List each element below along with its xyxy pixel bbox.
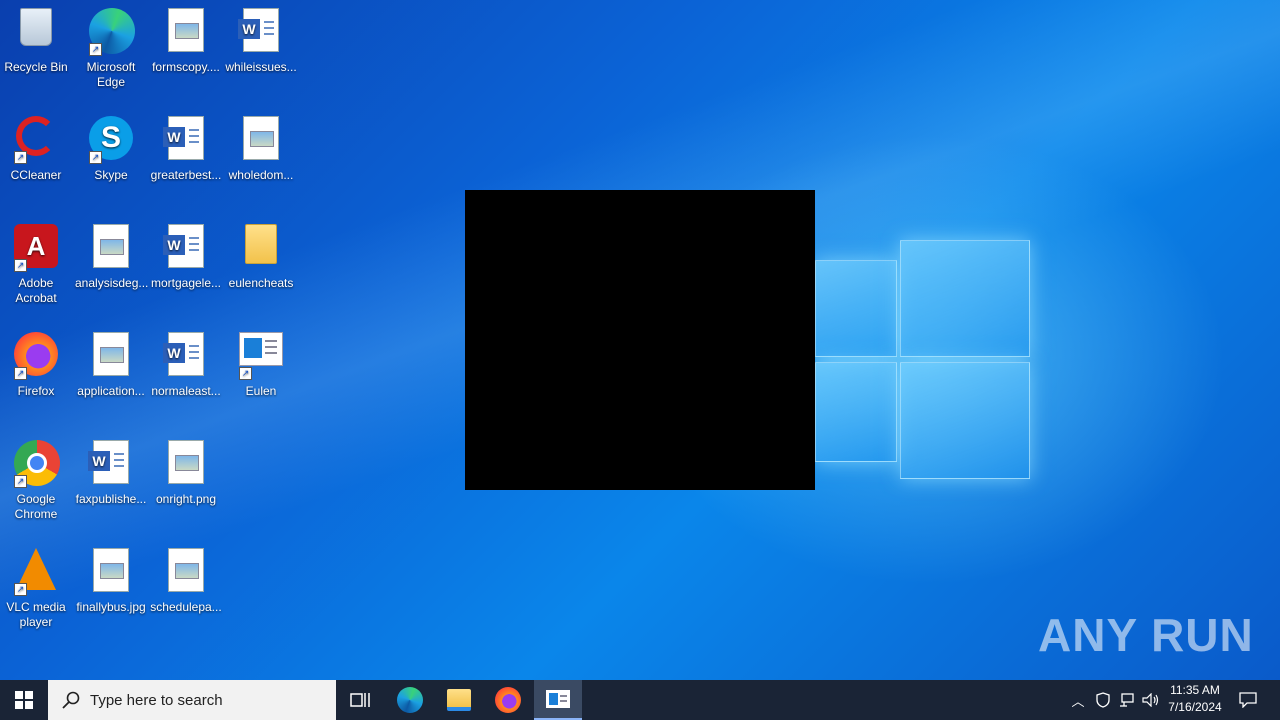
image-file-icon (164, 440, 208, 488)
desktop-icon-word-document[interactable]: W whileissues... (225, 0, 297, 75)
chevron-up-icon: ︿ (1071, 693, 1085, 709)
search-placeholder: Type here to search (90, 691, 223, 709)
taskbar-firefox-button[interactable] (484, 680, 532, 720)
eulen-app-icon: ↗ (239, 332, 283, 380)
taskbar-clock[interactable]: 11:35 AM 7/16/2024 (1160, 682, 1230, 716)
word-document-icon: W (163, 224, 208, 272)
desktop-icon-ccleaner[interactable]: ↗ CCleaner (0, 108, 72, 183)
firefox-icon: ↗ (14, 332, 58, 380)
desktop-icon-word-document[interactable]: W normaleast... (150, 324, 222, 399)
desktop-icon-image-file[interactable]: analysisdeg... (75, 216, 149, 291)
icon-label: VLC media player (6, 600, 66, 629)
icon-label: wholedom... (228, 168, 294, 182)
icon-label: greaterbest... (150, 168, 222, 182)
network-icon (1120, 693, 1134, 707)
desktop-icon-word-document[interactable]: W faxpublishe... (75, 432, 147, 507)
adobe-acrobat-icon: A ↗ (14, 224, 58, 272)
icon-label: formscopy.... (152, 60, 220, 74)
icon-label: CCleaner (10, 168, 62, 182)
search-icon (62, 691, 80, 709)
tray-security-icon[interactable] (1092, 680, 1114, 720)
firefox-icon (495, 687, 521, 713)
start-button[interactable] (0, 680, 48, 720)
windows-start-icon (15, 691, 33, 709)
clock-date: 7/16/2024 (1168, 700, 1222, 714)
chrome-icon: ↗ (14, 440, 60, 488)
desktop-icon-image-file[interactable]: finallybus.jpg (75, 540, 147, 615)
recycle-bin-icon (14, 8, 58, 56)
clock-time: 11:35 AM (1170, 683, 1220, 697)
icon-label: mortgagele... (150, 276, 222, 290)
icon-label: Eulen (245, 384, 277, 398)
black-window[interactable] (465, 190, 815, 490)
icon-label: eulencheats (228, 276, 294, 290)
image-file-icon (89, 332, 133, 380)
desktop-icon-folder[interactable]: eulencheats (225, 216, 297, 291)
skype-icon: S ↗ (89, 116, 133, 164)
desktop-icon-image-file[interactable]: formscopy.... (150, 0, 222, 75)
desktop-icon-image-file[interactable]: application... (75, 324, 147, 399)
desktop-icon-google-chrome[interactable]: ↗ Google Chrome (0, 432, 72, 522)
taskbar-edge-button[interactable] (386, 680, 434, 720)
desktop-icon-word-document[interactable]: W mortgagele... (150, 216, 222, 291)
icon-label: faxpublishe... (75, 492, 147, 506)
icon-label: Adobe Acrobat (15, 276, 57, 305)
notification-icon (1239, 692, 1257, 708)
action-center-button[interactable] (1232, 680, 1264, 720)
desktop-icon-adobe-acrobat[interactable]: A ↗ Adobe Acrobat (0, 216, 72, 306)
windows-logo-wallpaper (815, 240, 1030, 480)
eulen-app-icon (546, 690, 570, 708)
desktop-icon-vlc[interactable]: ↗ VLC media player (0, 540, 72, 630)
icon-label: Microsoft Edge (86, 60, 136, 89)
task-view-button[interactable] (336, 680, 384, 720)
anyrun-watermark: ANY RUN (1038, 609, 1254, 661)
desktop-icon-recycle-bin[interactable]: Recycle Bin (0, 0, 72, 75)
desktop-icon-image-file[interactable]: schedulepa... (150, 540, 222, 615)
desktop-icon-image-file[interactable]: onright.png (150, 432, 222, 507)
image-file-icon (239, 116, 283, 164)
tray-network-icon[interactable] (1116, 680, 1138, 720)
icon-label: whileissues... (225, 60, 297, 74)
tray-volume-icon[interactable] (1140, 680, 1162, 720)
task-view-icon (350, 693, 370, 707)
vlc-icon: ↗ (14, 548, 58, 596)
word-document-icon: W (88, 440, 133, 488)
taskbar-file-explorer-button[interactable] (435, 680, 483, 720)
word-document-icon: W (163, 116, 208, 164)
folder-icon (447, 689, 471, 711)
taskbar: Type here to search ︿ (0, 680, 1280, 720)
ccleaner-icon: ↗ (14, 116, 58, 164)
speaker-icon (1142, 693, 1159, 707)
taskbar-search-box[interactable]: Type here to search (48, 680, 336, 720)
word-document-icon: W (238, 8, 283, 56)
icon-label: schedulepa... (150, 600, 222, 614)
icon-label: Google Chrome (14, 492, 58, 521)
image-file-icon (89, 548, 133, 596)
icon-label: analysisdeg... (75, 276, 149, 290)
word-document-icon: W (163, 332, 208, 380)
icon-label: application... (77, 384, 145, 398)
icon-label: onright.png (155, 492, 217, 506)
image-file-icon (164, 8, 208, 56)
icon-label: finallybus.jpg (76, 600, 146, 614)
desktop-icon-firefox[interactable]: ↗ Firefox (0, 324, 72, 399)
image-file-icon (164, 548, 208, 596)
desktop-icon-image-file[interactable]: wholedom... (225, 108, 297, 183)
folder-icon (239, 224, 283, 272)
image-file-icon (89, 224, 133, 272)
desktop-icon-skype[interactable]: S ↗ Skype (75, 108, 147, 183)
desktop-icon-microsoft-edge[interactable]: ↗ Microsoft Edge (75, 0, 147, 90)
edge-icon: ↗ (89, 8, 135, 56)
desktop-icon-word-document[interactable]: W greaterbest... (150, 108, 222, 183)
show-hidden-icons-button[interactable]: ︿ (1066, 680, 1090, 720)
taskbar-eulen-button[interactable] (534, 680, 582, 720)
icon-label: Recycle Bin (4, 60, 68, 74)
icon-label: normaleast... (151, 384, 221, 398)
edge-icon (397, 687, 423, 713)
icon-label: Skype (94, 168, 128, 182)
shield-icon (1096, 692, 1110, 708)
icon-label: Firefox (17, 384, 55, 398)
desktop-icon-eulen[interactable]: ↗ Eulen (225, 324, 297, 399)
